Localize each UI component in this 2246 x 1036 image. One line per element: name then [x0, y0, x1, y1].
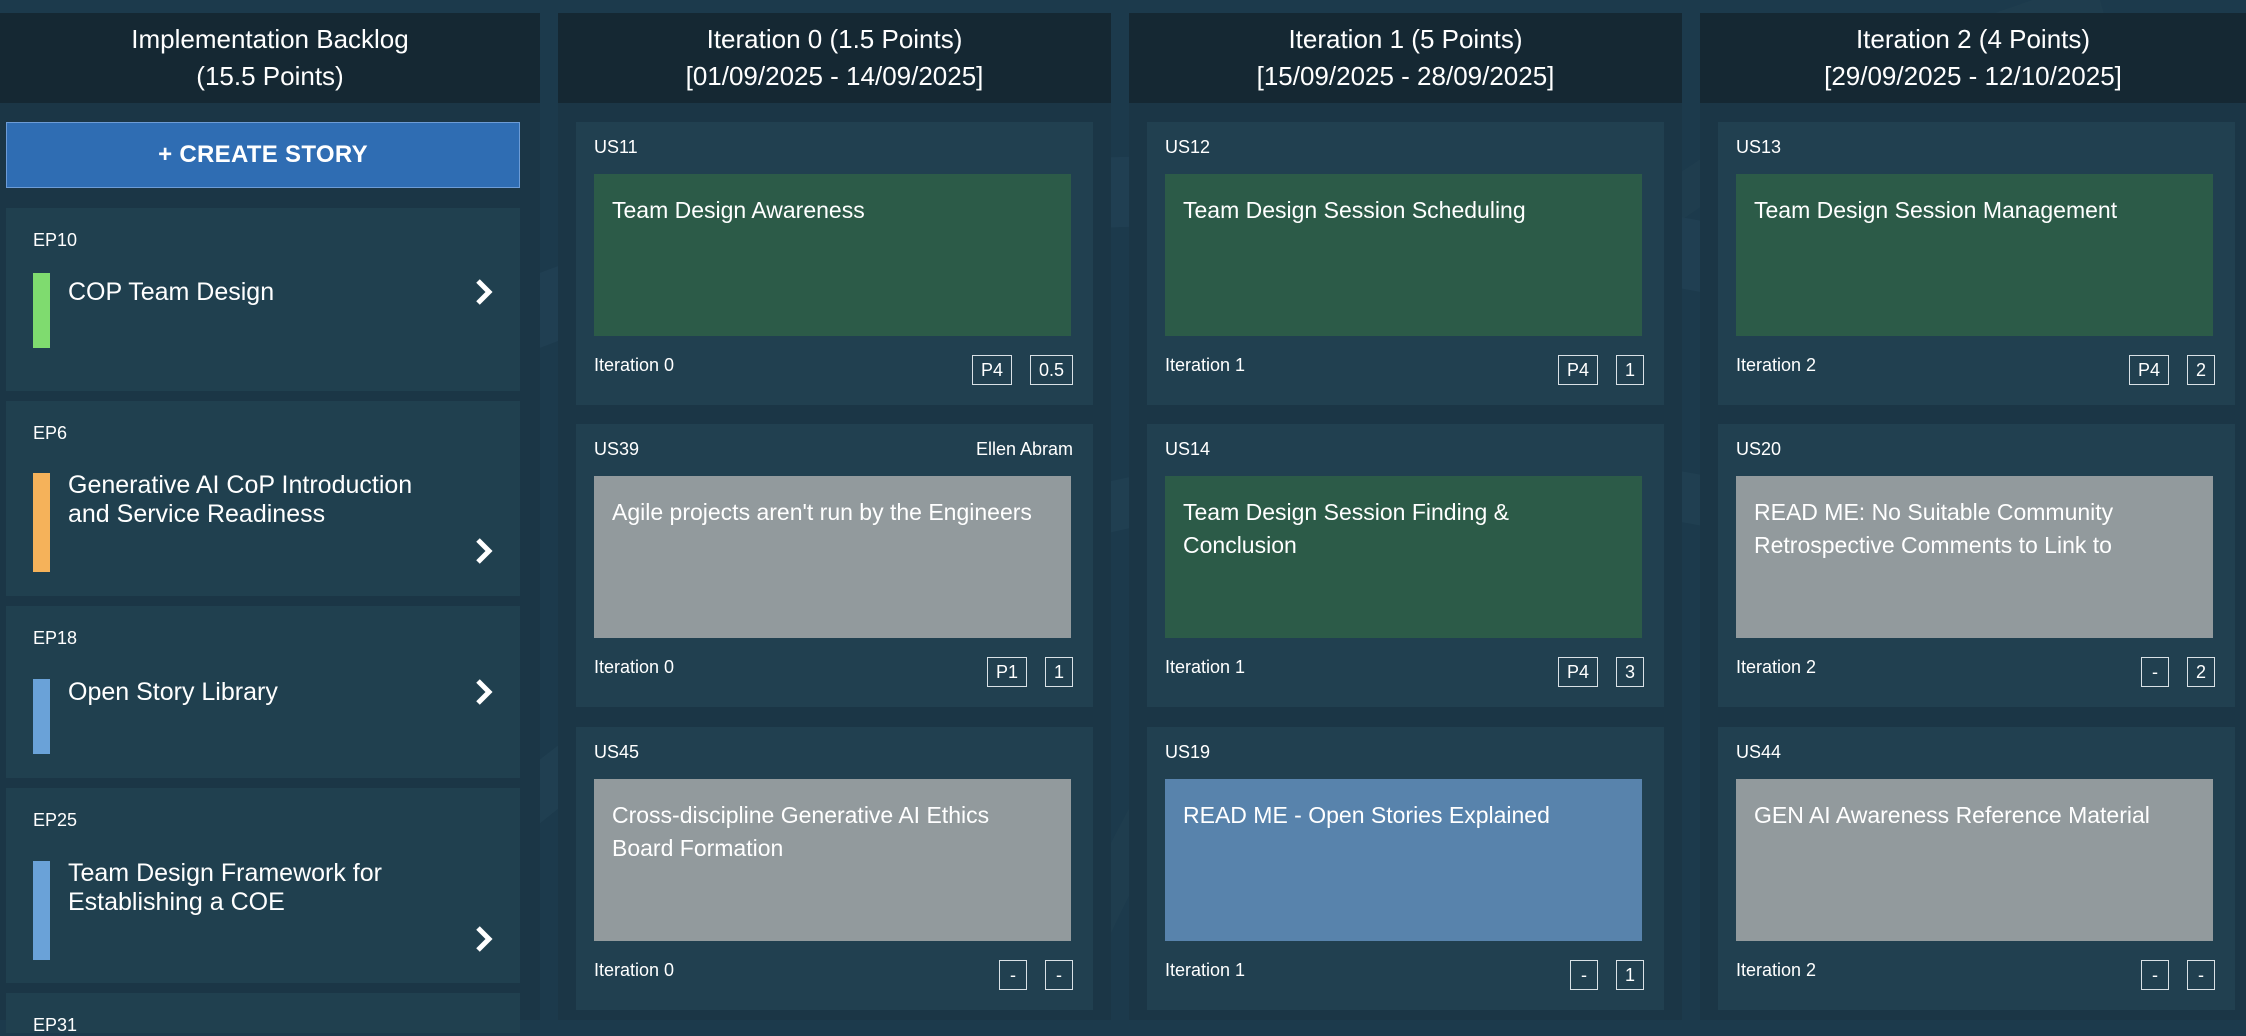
points-badge: 2 [2186, 355, 2215, 385]
iteration-0-header: Iteration 0 (1.5 Points) [01/09/2025 - 1… [558, 13, 1111, 103]
backlog-header: Implementation Backlog (15.5 Points) [0, 13, 540, 103]
backlog-points: (15.5 Points) [196, 61, 344, 91]
story-title: GEN AI Awareness Reference Material [1736, 779, 2213, 941]
iteration-dates: [29/09/2025 - 12/10/2025] [1824, 61, 2122, 91]
iteration-1-header: Iteration 1 (5 Points) [15/09/2025 - 28/… [1129, 13, 1682, 103]
chevron-right-icon[interactable] [472, 537, 496, 565]
iteration-dates: [15/09/2025 - 28/09/2025] [1256, 61, 1555, 91]
story-id: US45 [594, 742, 640, 762]
points-badge: 0.5 [1029, 355, 1073, 385]
story-id: US14 [1165, 439, 1211, 459]
epic-color-bar [33, 473, 50, 572]
epic-card-ep18[interactable]: EP18 Open Story Library [6, 606, 520, 778]
points-badge: 1 [1615, 355, 1644, 385]
epic-id: EP25 [33, 810, 78, 830]
priority-badge: P4 [1557, 657, 1598, 687]
story-iteration: Iteration 0 [594, 657, 675, 677]
epic-card-ep31[interactable]: EP31 [6, 993, 520, 1035]
iteration-1-column: Iteration 1 (5 Points) [15/09/2025 - 28/… [1129, 13, 1682, 1020]
story-iteration: Iteration 2 [1736, 657, 1817, 677]
iteration-dates: [01/09/2025 - 14/09/2025] [685, 61, 984, 91]
points-badge: 3 [1615, 657, 1644, 687]
story-iteration: Iteration 1 [1165, 657, 1246, 677]
priority-badge: P1 [986, 657, 1027, 687]
epic-title: Team Design Framework for Establishing a… [68, 859, 382, 916]
chevron-right-icon[interactable] [472, 278, 496, 306]
iteration-title: Iteration 1 (5 Points) [1288, 24, 1523, 54]
priority-badge: P4 [2128, 355, 2169, 385]
points-badge: 1 [1044, 657, 1073, 687]
story-title: Team Design Session Finding & Conclusion [1165, 476, 1642, 638]
story-title: Team Design Awareness [594, 174, 1071, 336]
points-badge: 1 [1615, 960, 1644, 990]
priority-badge: P4 [1557, 355, 1598, 385]
story-iteration: Iteration 2 [1736, 355, 1817, 375]
epic-card-ep10[interactable]: EP10 COP Team Design [6, 208, 520, 391]
points-badge: - [2187, 960, 2215, 990]
points-badge: 2 [2186, 657, 2215, 687]
chevron-right-icon[interactable] [472, 925, 496, 953]
story-card-us13[interactable]: US13 Team Design Session Management Iter… [1718, 122, 2235, 405]
epic-id: EP10 [33, 230, 78, 250]
priority-badge: P4 [971, 355, 1012, 385]
epic-title: COP Team Design [68, 278, 275, 306]
priority-badge: - [2141, 960, 2169, 990]
iteration-title: Iteration 2 (4 Points) [1855, 24, 2091, 54]
story-title: Team Design Session Scheduling [1165, 174, 1642, 336]
iteration-2-header: Iteration 2 (4 Points) [29/09/2025 - 12/… [1700, 13, 2246, 103]
priority-badge: - [2140, 657, 2169, 687]
iteration-2-column: Iteration 2 (4 Points) [29/09/2025 - 12/… [1700, 13, 2246, 1020]
story-iteration: Iteration 1 [1165, 355, 1246, 375]
create-story-button[interactable]: + CREATE STORY [6, 122, 520, 188]
iteration-title: Iteration 0 (1.5 Points) [706, 24, 963, 54]
priority-badge: - [1569, 960, 1598, 990]
story-title: Team Design Session Management [1736, 174, 2213, 336]
story-card-us11[interactable]: US11 Team Design Awareness Iteration 0 P… [576, 122, 1093, 405]
story-title: READ ME: No Suitable Community Retrospec… [1736, 476, 2213, 638]
story-card-us12[interactable]: US12 Team Design Session Scheduling Iter… [1147, 122, 1664, 405]
story-title: Cross-discipline Generative AI Ethics Bo… [594, 779, 1071, 941]
epic-card-ep6[interactable]: EP6 Generative AI CoP Introduction and S… [6, 401, 520, 596]
story-id: US12 [1165, 137, 1211, 157]
story-iteration: Iteration 1 [1165, 960, 1246, 980]
story-title: Agile projects aren't run by the Enginee… [594, 476, 1071, 638]
story-card-us19[interactable]: US19 READ ME - Open Stories Explained It… [1147, 727, 1664, 1010]
story-title: READ ME - Open Stories Explained [1165, 779, 1642, 941]
epic-color-bar [33, 861, 50, 960]
chevron-right-icon[interactable] [472, 678, 496, 706]
story-card-us20[interactable]: US20 READ ME: No Suitable Community Retr… [1718, 424, 2235, 707]
story-card-us45[interactable]: US45 Cross-discipline Generative AI Ethi… [576, 727, 1093, 1010]
story-iteration: Iteration 0 [594, 960, 675, 980]
epic-id: EP18 [33, 628, 78, 648]
epic-card-ep25[interactable]: EP25 Team Design Framework for Establish… [6, 788, 520, 983]
backlog-title: Implementation Backlog [131, 24, 409, 54]
story-iteration: Iteration 2 [1736, 960, 1817, 980]
epic-color-bar [33, 679, 50, 754]
epic-title: Generative AI CoP Introduction and Servi… [68, 471, 413, 528]
iteration-0-column: Iteration 0 (1.5 Points) [01/09/2025 - 1… [558, 13, 1111, 1020]
story-id: US39 [594, 439, 640, 459]
story-iteration: Iteration 0 [594, 355, 675, 375]
story-id: US19 [1165, 742, 1211, 762]
epic-id: EP31 [33, 1015, 78, 1035]
story-id: US11 [594, 137, 638, 157]
epic-title: Open Story Library [68, 678, 278, 706]
story-card-us44[interactable]: US44 GEN AI Awareness Reference Material… [1718, 727, 2235, 1010]
backlog-column: Implementation Backlog (15.5 Points) + C… [0, 13, 540, 1035]
epic-color-bar [33, 273, 50, 348]
story-id: US44 [1736, 742, 1782, 762]
story-owner: Ellen Abram [975, 439, 1073, 459]
points-badge: - [1045, 960, 1073, 990]
story-card-us39[interactable]: US39 Ellen Abram Agile projects aren't r… [576, 424, 1093, 707]
priority-badge: - [999, 960, 1027, 990]
epic-id: EP6 [33, 423, 68, 443]
story-id: US13 [1736, 137, 1782, 157]
story-id: US20 [1736, 439, 1782, 459]
story-card-us14[interactable]: US14 Team Design Session Finding & Concl… [1147, 424, 1664, 707]
